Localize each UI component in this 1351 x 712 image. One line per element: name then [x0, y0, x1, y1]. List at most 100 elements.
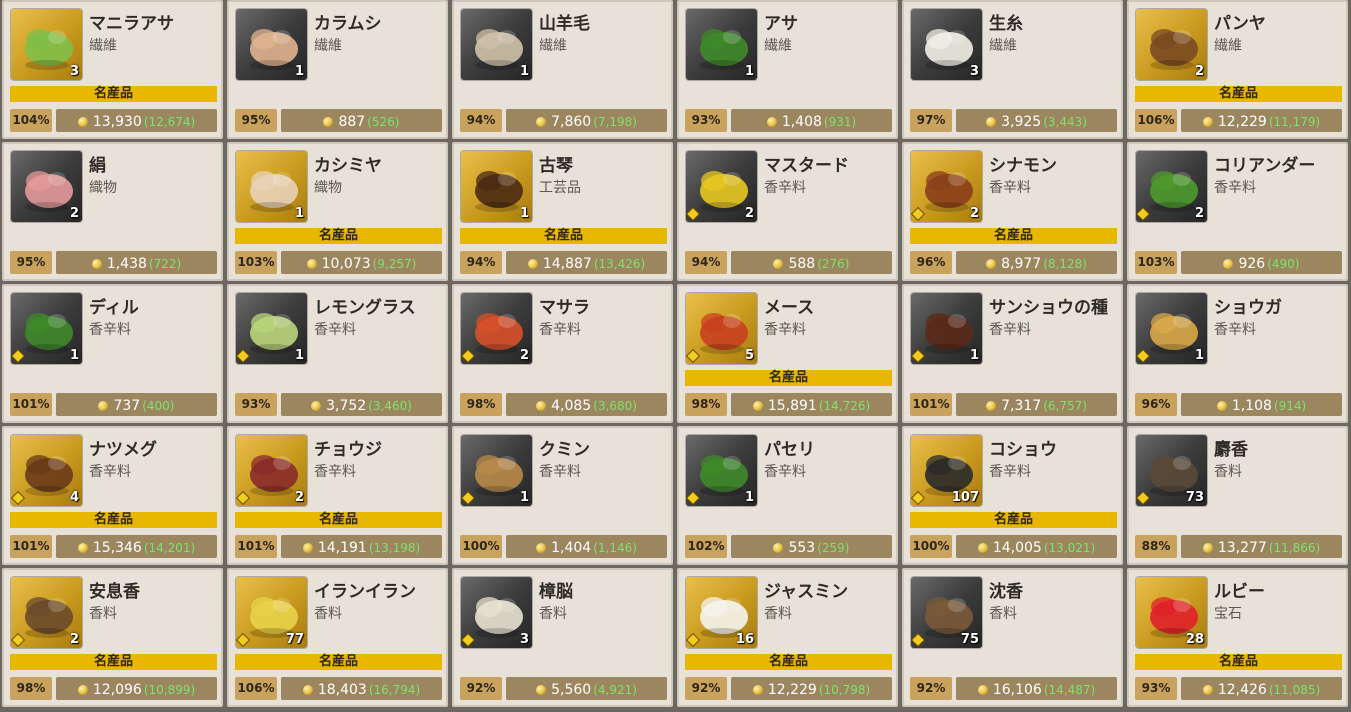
sell-price: 1,108: [1231, 398, 1272, 414]
goods-name: ディル: [89, 298, 139, 318]
goods-card-ginger[interactable]: 1 ショウガ 香辛料 96% 1,108 (914): [1127, 284, 1348, 423]
abaca-icon: 3: [11, 9, 82, 80]
price-box: 7,317 (6,757): [956, 393, 1117, 416]
goods-category: 香辛料: [1214, 180, 1256, 196]
base-price: (9,257): [372, 257, 417, 271]
specialty-banner: 名産品: [685, 654, 892, 670]
price-percent: 104%: [10, 109, 52, 132]
goods-card-camphor[interactable]: 3 樟脳 香料 92% 5,560 (4,921): [452, 568, 673, 707]
goods-card-silk[interactable]: 2 絹織物 95% 1,438 (722): [2, 142, 223, 281]
goods-card-parsley[interactable]: 1 パセリ 香辛料 102% 553 (259): [677, 426, 898, 565]
goods-card-cinnamon[interactable]: 2 シナモン 香辛料 名産品 96% 8,977 (8,128): [902, 142, 1123, 281]
goods-card-dill[interactable]: 1 ディル 香辛料 101% 737 (400): [2, 284, 223, 423]
sell-price: 887: [338, 114, 366, 130]
goods-name: カシミヤ: [314, 156, 382, 176]
goods-card-cumin[interactable]: 1 クミン 香辛料 100% 1,404 (1,146): [452, 426, 673, 565]
hemp-leaf-icon: 1: [686, 9, 757, 80]
goods-card-abaca[interactable]: 3 マニラアサ 繊維 名産品 104% 13,930 (12,674): [2, 0, 223, 139]
goods-name: ジャスミン: [764, 582, 849, 602]
base-price: (3,460): [368, 399, 412, 413]
goods-card-musk[interactable]: 73 麝香 香料 88% 13,277 (11,866): [1127, 426, 1348, 565]
goods-name: コリアンダー: [1214, 156, 1316, 176]
specialty-banner: 名産品: [10, 512, 217, 528]
goods-category: 香辛料: [314, 322, 356, 338]
price-percent: 96%: [1135, 393, 1177, 416]
specialty-banner: 名産品: [1135, 654, 1342, 670]
goods-card-masala[interactable]: 2 マサラ 香辛料 98% 4,085 (3,680): [452, 284, 673, 423]
goods-card-wool[interactable]: 1 山羊毛 繊維 94% 7,860 (7,198): [452, 0, 673, 139]
kapok-icon: 2: [1136, 9, 1207, 80]
goods-category: 繊維: [764, 38, 792, 54]
goods-category: 繊維: [989, 38, 1017, 54]
goods-name: ナツメグ: [89, 440, 157, 460]
price-percent: 106%: [235, 677, 277, 700]
sell-price: 553: [788, 540, 816, 556]
goods-name: 山羊毛: [539, 14, 590, 34]
goods-card-coriander[interactable]: 2 コリアンダー 香辛料 103% 926 (490): [1127, 142, 1348, 281]
quantity: 1: [1194, 348, 1204, 363]
coin-icon: [752, 401, 763, 411]
coin-icon: [302, 543, 313, 553]
goods-category: 香辛料: [89, 322, 131, 338]
base-price: (13,021): [1043, 541, 1096, 555]
sell-price: 1,408: [781, 114, 822, 130]
goods-card-clove[interactable]: 2 チョウジ 香辛料 名産品 101% 14,191 (13,198): [227, 426, 448, 565]
specialty-banner: 名産品: [235, 654, 442, 670]
price-percent: 98%: [10, 677, 52, 700]
goods-card-karamushi[interactable]: 1 カラムシ 繊維 95% 887 (526): [227, 0, 448, 139]
goods-category: 繊維: [1214, 38, 1242, 54]
sell-price: 10,073: [321, 256, 371, 272]
goods-card-mace[interactable]: 5 メース 香辛料 名産品 98% 15,891 (14,726): [677, 284, 898, 423]
goods-card-panya[interactable]: 2 パンヤ 繊維 名産品 106% 12,229 (11,179): [1127, 0, 1348, 139]
goods-card-lemongrass[interactable]: 1 レモングラス 香辛料 93% 3,752 (3,460): [227, 284, 448, 423]
coin-icon: [986, 401, 997, 411]
goods-card-raw-silk[interactable]: 3 生糸 繊維 97% 3,925 (3,443): [902, 0, 1123, 139]
dill-icon: 1: [11, 293, 82, 364]
goods-card-kokin[interactable]: 1 古琴 工芸品 名産品 94% 14,887 (13,426): [452, 142, 673, 281]
quantity: 1: [519, 206, 529, 221]
quantity: 1: [744, 64, 754, 79]
goods-card-ylang[interactable]: 77 イランイラン 香料 名産品 106% 18,403 (16,794): [227, 568, 448, 707]
specialty-banner: 名産品: [460, 228, 667, 244]
coin-icon: [977, 543, 988, 553]
goods-card-benzoin[interactable]: 2 安息香 香料 名産品 98% 12,096 (10,899): [2, 568, 223, 707]
goods-card-agarwood[interactable]: 75 沈香 香料 92% 16,106 (14,487): [902, 568, 1123, 707]
price-percent: 103%: [235, 251, 277, 274]
base-price: (3,680): [593, 399, 637, 413]
base-price: (14,726): [818, 399, 871, 413]
goods-name: 絹: [89, 156, 106, 176]
base-price: (3,443): [1043, 115, 1087, 129]
price-box: 15,891 (14,726): [731, 393, 892, 416]
specialty-banner: 名産品: [910, 228, 1117, 244]
goods-card-jasmine[interactable]: 16 ジャスミン 香料 名産品 92% 12,229 (10,798): [677, 568, 898, 707]
sell-price: 588: [788, 256, 816, 272]
price-box: 10,073 (9,257): [281, 251, 442, 274]
price-box: 1,108 (914): [1181, 393, 1342, 416]
goods-card-ruby[interactable]: 28 ルビー 宝石 名産品 93% 12,426 (11,085): [1127, 568, 1348, 707]
price-percent: 92%: [910, 677, 952, 700]
base-price: (914): [1273, 399, 1307, 413]
goods-card-pepper[interactable]: 107 コショウ 香辛料 名産品 100% 14,005 (13,021): [902, 426, 1123, 565]
goods-card-mustard[interactable]: 2 マスタード 香辛料 94% 588 (276): [677, 142, 898, 281]
specialty-banner: 名産品: [235, 228, 442, 244]
price-percent: 100%: [910, 535, 952, 558]
base-price: (1,146): [593, 541, 637, 555]
coin-icon: [311, 401, 322, 411]
base-price: (16,794): [368, 683, 421, 697]
goods-name: メース: [764, 298, 815, 318]
cinnamon-stick-icon: 2: [911, 151, 982, 222]
goods-card-nutmeg[interactable]: 4 ナツメグ 香辛料 名産品 101% 15,346 (14,201): [2, 426, 223, 565]
goods-card-hemp[interactable]: 1 アサ 繊維 93% 1,408 (931): [677, 0, 898, 139]
price-percent: 93%: [685, 109, 727, 132]
price-box: 926 (490): [1181, 251, 1342, 274]
price-box: 1,404 (1,146): [506, 535, 667, 558]
coin-icon: [986, 117, 997, 127]
goods-card-sansho[interactable]: 1 サンショウの種 香辛料 101% 7,317 (6,757): [902, 284, 1123, 423]
base-price: (11,866): [1268, 541, 1321, 555]
price-percent: 93%: [1135, 677, 1177, 700]
coin-icon: [302, 685, 313, 695]
specialty-banner: 名産品: [910, 512, 1117, 528]
goods-card-cashmere[interactable]: 1 カシミヤ 織物 名産品 103% 10,073 (9,257): [227, 142, 448, 281]
benzoin-icon: 2: [11, 577, 82, 648]
goods-name: チョウジ: [314, 440, 382, 460]
